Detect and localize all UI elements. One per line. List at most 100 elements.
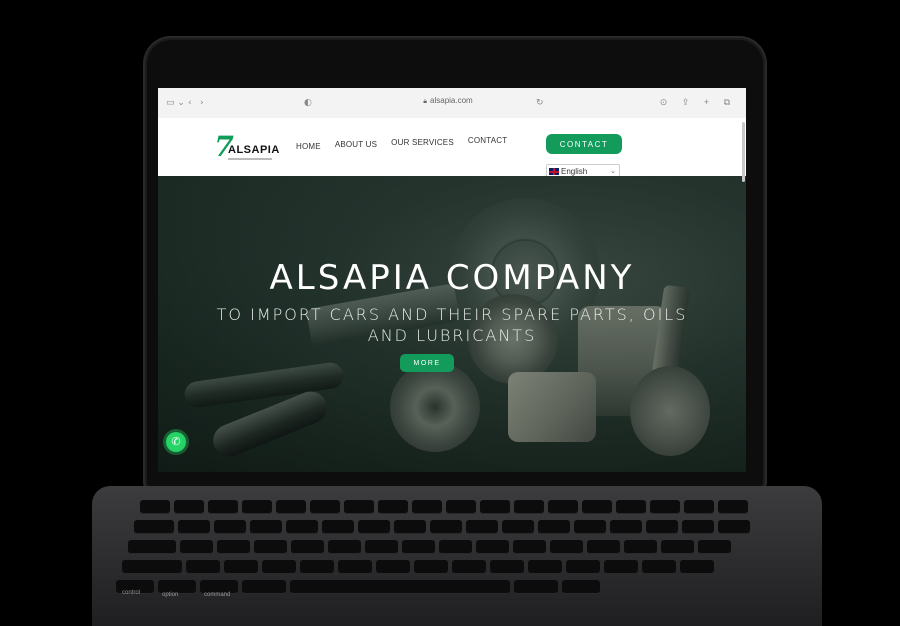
key-option-right [562,580,600,594]
key [140,500,170,514]
key [502,520,534,534]
key [344,500,374,514]
alsapia-logo[interactable]: 7 ALSAPIA [210,130,279,164]
key [538,520,570,534]
page-scrollbar[interactable] [742,122,745,182]
key [476,540,509,554]
key [300,560,334,574]
key [224,560,258,574]
key [446,500,476,514]
site-header: 7 ALSAPIA HOME ABOUT US OUR SERVICES CON… [158,118,746,178]
whatsapp-icon[interactable]: ✆ [166,432,186,452]
key [684,500,714,514]
key [548,500,578,514]
address-bar[interactable]: 🔒︎ alsapia.com [348,93,548,109]
key [122,560,182,574]
key-label-control: control [122,590,141,596]
key [128,540,176,554]
hero-section: ALSAPIA COMPANY TO IMPORT CARS AND THEIR… [158,176,746,472]
language-label: English [561,167,588,176]
nav-our-services[interactable]: OUR SERVICES [391,138,454,151]
key [574,520,606,534]
key [174,500,204,514]
key [466,520,498,534]
toolbar-right-icons[interactable]: ⊙ ⇪ + ⧉ [660,97,736,108]
key [550,540,583,554]
logo-wordmark: ALSAPIA [228,144,280,156]
hero-subtitle: TO IMPORT CARS AND THEIR SPARE PARTS, OI… [216,305,688,345]
key [439,540,472,554]
key [661,540,694,554]
shield-icon[interactable]: ◐ [304,98,312,108]
key [217,540,250,554]
back-icon[interactable]: ‹ [188,98,192,108]
key-command [242,580,286,594]
laptop-screen: ▭ ⌄ ‹ › ◐ 🔒︎ alsapia.com ↻ ⊙ ⇪ + ⧉ 7 ALSA… [158,88,746,472]
key [604,560,638,574]
key [718,500,748,514]
key [624,540,657,554]
nav-home[interactable]: HOME [296,142,321,151]
key [328,540,361,554]
key-row [140,500,748,514]
key [718,520,750,534]
key [376,560,410,574]
contact-button[interactable]: CONTACT [546,134,622,154]
keyboard: control option command [116,500,800,600]
key [134,520,174,534]
nav-contact[interactable]: CONTACT [468,136,507,151]
key [582,500,612,514]
browser-toolbar: ▭ ⌄ ‹ › ◐ 🔒︎ alsapia.com ↻ ⊙ ⇪ + ⧉ [158,88,746,119]
key-row [134,520,750,534]
key [414,560,448,574]
key [186,560,220,574]
key [276,500,306,514]
reload-icon[interactable]: ↻ [536,98,544,108]
key [291,540,324,554]
key [528,560,562,574]
key [322,520,354,534]
key [514,500,544,514]
key [214,520,246,534]
key [365,540,398,554]
sidebar-icon[interactable]: ▭ ⌄ [166,98,185,108]
key [242,500,272,514]
key [430,520,462,534]
key-space [290,580,510,594]
key [262,560,296,574]
key-row [116,580,600,594]
key [412,500,442,514]
key-command-right [514,580,558,594]
key [642,560,676,574]
key [650,500,680,514]
key [452,560,486,574]
key [208,500,238,514]
key [490,560,524,574]
key [286,520,318,534]
key [338,560,372,574]
forward-icon[interactable]: › [200,98,204,108]
key [254,540,287,554]
key [682,520,714,534]
key [587,540,620,554]
nav-about-us[interactable]: ABOUT US [335,140,377,151]
key [610,520,642,534]
hero-title: ALSAPIA COMPANY [269,258,635,298]
more-button[interactable]: MORE [400,354,454,372]
logo-tagline-line [228,158,272,160]
lock-icon: 🔒︎ [423,98,428,105]
key [616,500,646,514]
key [402,540,435,554]
key [566,560,600,574]
key [310,500,340,514]
key-label-option: option [162,592,179,598]
uk-flag-icon [549,168,559,176]
key [646,520,678,534]
key [698,540,731,554]
url-text: alsapia.com [430,96,473,105]
key [178,520,210,534]
key-row [128,540,731,554]
key [513,540,546,554]
key [250,520,282,534]
key-row [122,560,714,574]
